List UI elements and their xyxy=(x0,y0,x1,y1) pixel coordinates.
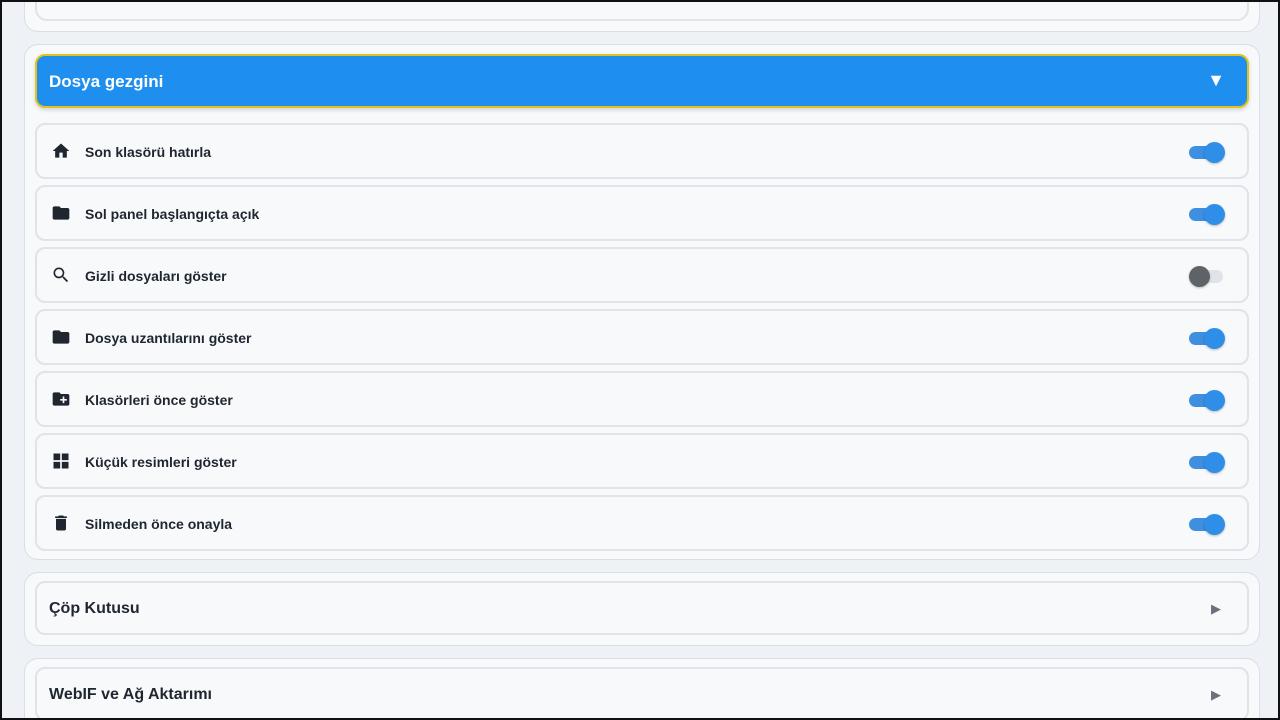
folder-plus-icon xyxy=(51,389,71,409)
setting-label: Son klasörü hatırla xyxy=(85,144,212,160)
toggle-switch[interactable] xyxy=(1189,389,1225,411)
setting-row-remember-last-folder[interactable]: Son klasörü hatırla xyxy=(35,123,1249,179)
setting-label: Dosya uzantılarını göster xyxy=(85,330,252,346)
setting-label: Gizli dosyaları göster xyxy=(85,268,227,284)
folder-icon xyxy=(51,327,71,347)
setting-label: Klasörleri önce göster xyxy=(85,392,233,408)
setting-row-show-thumbnails[interactable]: Küçük resimleri göster xyxy=(35,433,1249,489)
chevron-right-icon: ▶ xyxy=(1211,601,1221,616)
chevron-right-icon: ▶ xyxy=(1211,687,1221,702)
toggle-switch[interactable] xyxy=(1189,141,1225,163)
setting-row-left-panel-open[interactable]: Sol panel başlangıçta açık xyxy=(35,185,1249,241)
file-manager-header[interactable]: Dosya gezgini ▼ xyxy=(35,54,1249,108)
settings-screen: Dosya gezgini ▼ Son klasörü hatırla Sol … xyxy=(0,0,1280,720)
toggle-switch[interactable] xyxy=(1189,513,1225,535)
chevron-down-icon: ▼ xyxy=(1207,70,1225,90)
previous-section-row[interactable] xyxy=(35,2,1249,21)
toggle-switch[interactable] xyxy=(1189,265,1225,287)
setting-row-show-file-extensions[interactable]: Dosya uzantılarını göster xyxy=(35,309,1249,365)
trash-header[interactable]: Çöp Kutusu ▶ xyxy=(35,581,1249,635)
setting-row-show-hidden-files[interactable]: Gizli dosyaları göster xyxy=(35,247,1249,303)
trash-title: Çöp Kutusu xyxy=(49,600,140,617)
grid-icon xyxy=(51,451,71,471)
webif-header[interactable]: WebIF ve Ağ Aktarımı ▶ xyxy=(35,667,1249,718)
setting-label: Küçük resimleri göster xyxy=(85,454,237,470)
previous-section xyxy=(24,2,1260,32)
setting-row-confirm-delete[interactable]: Silmeden önce onayla xyxy=(35,495,1249,551)
toggle-switch[interactable] xyxy=(1189,203,1225,225)
webif-section: WebIF ve Ağ Aktarımı ▶ xyxy=(24,658,1260,718)
file-manager-section: Dosya gezgini ▼ Son klasörü hatırla Sol … xyxy=(24,44,1260,560)
webif-title: WebIF ve Ağ Aktarımı xyxy=(49,686,212,703)
search-icon xyxy=(51,265,71,285)
toggle-switch[interactable] xyxy=(1189,451,1225,473)
setting-label: Sol panel başlangıçta açık xyxy=(85,206,260,222)
file-manager-title: Dosya gezgini xyxy=(49,72,164,91)
trash-section: Çöp Kutusu ▶ xyxy=(24,572,1260,646)
home-icon xyxy=(51,141,71,161)
toggle-switch[interactable] xyxy=(1189,327,1225,349)
setting-row-folders-first[interactable]: Klasörleri önce göster xyxy=(35,371,1249,427)
trash-icon xyxy=(51,513,71,533)
setting-label: Silmeden önce onayla xyxy=(85,516,233,532)
folder-icon xyxy=(51,203,71,223)
